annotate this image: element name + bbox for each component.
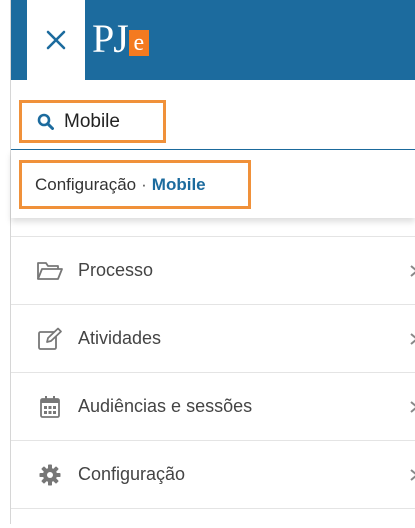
calendar-icon [36, 395, 64, 419]
gear-icon [36, 463, 64, 487]
menu-item-configuracao[interactable]: Configuração [11, 440, 415, 508]
logo-pj: PJ [92, 16, 129, 61]
search-icon [37, 113, 54, 130]
result-section: Configuração [35, 174, 137, 194]
chevron-right-icon [410, 400, 415, 413]
chevron-right-icon [410, 264, 415, 277]
close-menu-button[interactable] [27, 0, 85, 80]
menu-item-label: Processo [78, 260, 154, 280]
search-input[interactable] [64, 110, 154, 133]
menu-item-label: Atividades [78, 328, 162, 348]
chevron-right-icon [410, 468, 415, 481]
edit-icon [36, 327, 64, 351]
logo-e: e [128, 30, 149, 56]
menu-item-label: Configuração [78, 464, 186, 484]
app-header: PJ e [11, 0, 415, 80]
folder-open-icon [36, 259, 64, 283]
search-field[interactable] [19, 100, 166, 143]
result-separator: · [141, 174, 147, 194]
menu-item-atividades[interactable]: Atividades [11, 304, 415, 372]
menu-item-label: Audiências e sessões [78, 396, 253, 416]
menu-item-next[interactable] [11, 508, 415, 528]
menu-item-audiencias[interactable]: Audiências e sessões [11, 372, 415, 440]
close-icon [46, 30, 66, 50]
pje-logo: PJ e [92, 16, 149, 66]
result-match: Mobile [151, 174, 206, 194]
menu-item-processo[interactable]: Processo [11, 236, 415, 304]
chevron-right-icon [410, 332, 415, 345]
search-result-item[interactable]: Configuração · Mobile [19, 160, 251, 209]
main-menu: Processo Atividades Audiências e sessões… [11, 236, 415, 528]
